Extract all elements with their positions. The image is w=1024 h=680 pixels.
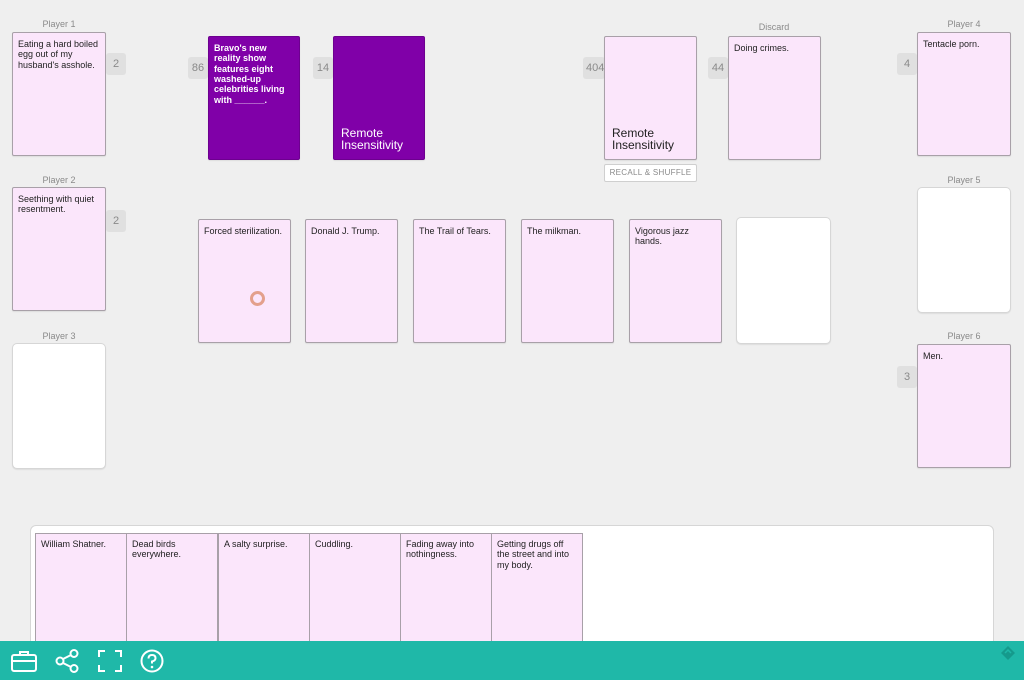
- player-2-label: Player 2: [42, 175, 76, 185]
- hand-card[interactable]: Dead birds everywhere.: [126, 533, 218, 645]
- black-discard-card[interactable]: Remote Insensitivity: [333, 36, 425, 160]
- player-4-count: 4: [897, 53, 917, 75]
- discard-card[interactable]: Doing crimes.: [728, 36, 821, 160]
- help-icon[interactable]: [138, 649, 166, 673]
- player-5-label: Player 5: [947, 175, 981, 185]
- player-4-label: Player 4: [947, 19, 981, 29]
- player-1-count: 2: [106, 53, 126, 75]
- hand-card[interactable]: Getting drugs off the street and into my…: [491, 533, 583, 645]
- table-card[interactable]: The Trail of Tears.: [413, 219, 506, 343]
- discard-count: 44: [708, 57, 728, 79]
- briefcase-icon[interactable]: [10, 649, 38, 673]
- player-3-label: Player 3: [42, 331, 76, 341]
- black-discard-count: 14: [313, 57, 333, 79]
- black-discard-text: Remote Insensitivity: [341, 125, 404, 153]
- table-card[interactable]: Donald J. Trump.: [305, 219, 398, 343]
- black-deck-text: Bravo's new reality show features eight …: [214, 43, 285, 105]
- discard-label: Discard: [758, 22, 790, 32]
- player-3-slot[interactable]: [12, 343, 106, 469]
- white-deck-count: 404: [583, 57, 605, 79]
- hand-card[interactable]: A salty surprise.: [218, 533, 310, 645]
- player-1-card[interactable]: Eating a hard boiled egg out of my husba…: [12, 32, 106, 156]
- player-6-label: Player 6: [947, 331, 981, 341]
- table-card[interactable]: The milkman.: [521, 219, 614, 343]
- white-deck-card[interactable]: Remote Insensitivity: [604, 36, 697, 160]
- recall-shuffle-button[interactable]: RECALL & SHUFFLE: [604, 164, 697, 182]
- player-2-count: 2: [106, 210, 126, 232]
- table-card[interactable]: Vigorous jazz hands.: [629, 219, 722, 343]
- black-deck-count: 86: [188, 57, 208, 79]
- player-6-count: 3: [897, 366, 917, 388]
- cursor-indicator: [250, 291, 265, 306]
- table-empty-slot[interactable]: [736, 217, 831, 344]
- corner-logo-icon: [1001, 646, 1015, 660]
- player-2-card[interactable]: Seething with quiet resentment.: [12, 187, 106, 311]
- white-deck-text: Remote Insensitivity: [612, 125, 675, 153]
- table-card[interactable]: Forced sterilization.: [198, 219, 291, 343]
- player-5-slot[interactable]: [917, 187, 1011, 313]
- hand-card[interactable]: Fading away into nothingness.: [400, 533, 492, 645]
- hand-area: William Shatner. Dead birds everywhere. …: [30, 525, 994, 650]
- player-4-card[interactable]: Tentacle porn.: [917, 32, 1011, 156]
- hand-card[interactable]: Cuddling.: [309, 533, 401, 645]
- bottom-toolbar: [0, 641, 1024, 680]
- hand-card[interactable]: William Shatner.: [35, 533, 127, 645]
- share-icon[interactable]: [54, 649, 82, 673]
- black-deck-card[interactable]: Bravo's new reality show features eight …: [208, 36, 300, 160]
- player-6-card[interactable]: Men.: [917, 344, 1011, 468]
- fullscreen-icon[interactable]: [96, 649, 124, 673]
- player-1-label: Player 1: [42, 19, 76, 29]
